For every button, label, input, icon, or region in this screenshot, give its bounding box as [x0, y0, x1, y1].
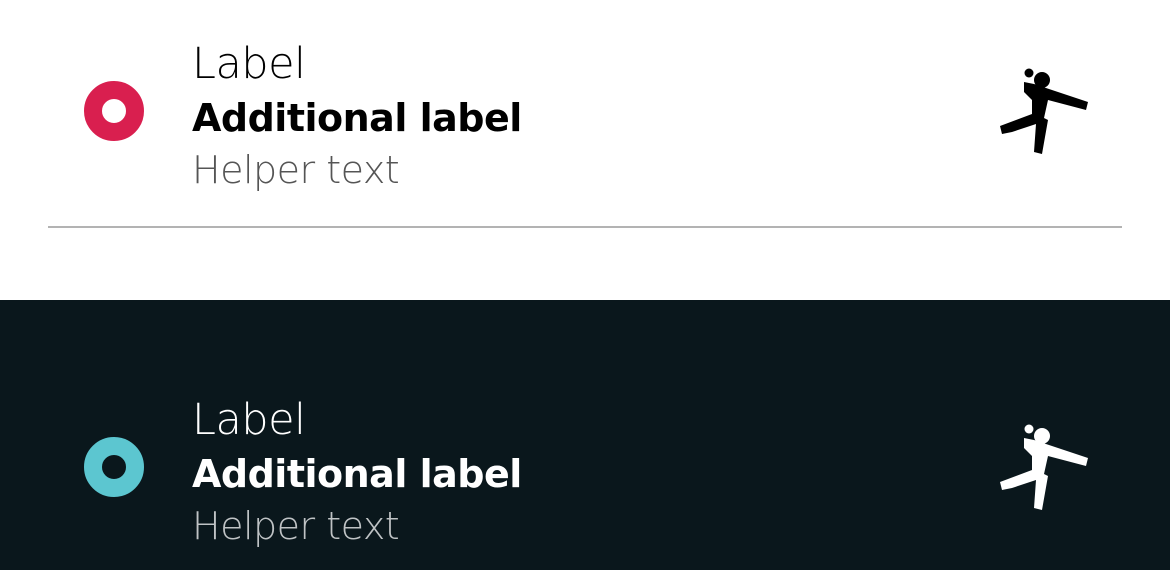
- list-item-dark[interactable]: Label Additional label Helper text: [48, 384, 1122, 554]
- dark-theme-panel: Label Additional label Helper text: [0, 300, 1170, 570]
- item-helper-text: Helper text: [192, 148, 400, 192]
- item-additional-label: Additional label: [192, 96, 522, 140]
- list-item-light[interactable]: Label Additional label Helper text: [48, 28, 1122, 198]
- item-helper-text: Helper text: [192, 504, 400, 548]
- list-item-texts: Label Additional label Helper text: [192, 392, 522, 552]
- handball-icon: [1000, 424, 1088, 510]
- radio-button-dark[interactable]: [84, 437, 144, 497]
- item-additional-label: Additional label: [192, 452, 522, 496]
- light-theme-panel: Label Additional label Helper text: [0, 0, 1170, 300]
- item-label: Label: [192, 39, 306, 89]
- handball-icon: [1000, 68, 1088, 154]
- divider: [48, 226, 1122, 228]
- item-label: Label: [192, 395, 306, 445]
- list-item-texts: Label Additional label Helper text: [192, 36, 522, 196]
- radio-button-light[interactable]: [84, 81, 144, 141]
